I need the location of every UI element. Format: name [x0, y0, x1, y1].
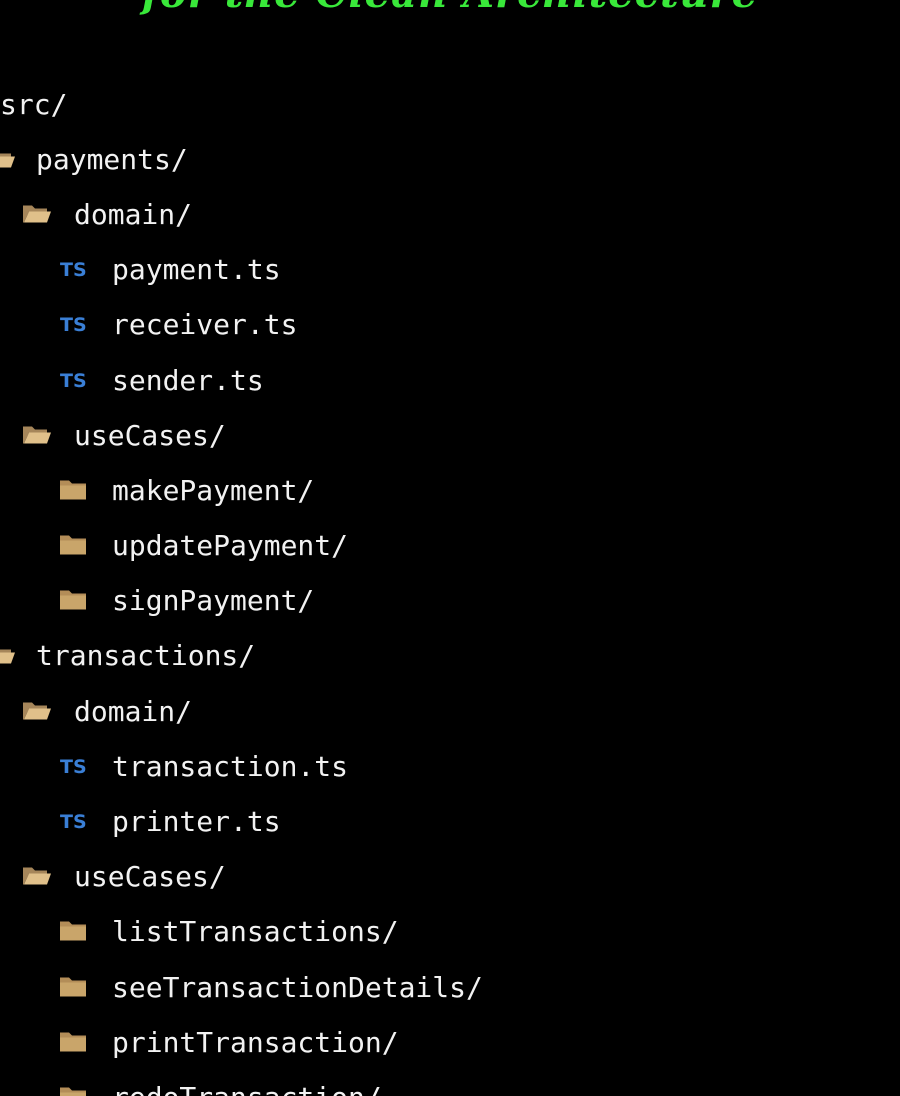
tree-folder-transactions[interactable]: transactions/ — [0, 629, 900, 684]
folder-label: payments/ — [36, 142, 188, 176]
tree-folder-transactions-usecases[interactable]: useCases/ — [0, 850, 900, 905]
tree-folder-transactions-domain[interactable]: domain/ — [0, 684, 900, 739]
file-label: payment.ts — [112, 252, 281, 286]
file-label: receiver.ts — [112, 308, 298, 342]
folder-label: printTransaction/ — [112, 1025, 399, 1059]
folder-icon — [60, 530, 86, 563]
folder-icon — [60, 585, 86, 618]
tree-folder[interactable]: makePayment/ — [0, 463, 900, 518]
folder-open-icon — [0, 143, 16, 176]
folder-label: signPayment/ — [112, 584, 315, 618]
folder-icon — [60, 474, 86, 507]
tree-file[interactable]: TS sender.ts — [0, 353, 900, 408]
folder-open-icon — [0, 640, 16, 673]
folder-label: makePayment/ — [112, 473, 315, 507]
file-tree: src/ payments/ domain/ TS payment.ts TS … — [0, 77, 900, 1096]
tree-folder-payments[interactable]: payments/ — [0, 132, 900, 187]
folder-icon — [60, 1081, 86, 1096]
tree-folder[interactable]: signPayment/ — [0, 574, 900, 629]
tree-folder[interactable]: listTransactions/ — [0, 905, 900, 960]
file-label: printer.ts — [112, 804, 281, 838]
tree-folder-payments-domain[interactable]: domain/ — [0, 187, 900, 242]
folder-open-icon — [22, 198, 52, 231]
typescript-file-icon: TS — [60, 755, 87, 778]
tree-file[interactable]: TS payment.ts — [0, 243, 900, 298]
code-tree-page: for the Clean Architecture src/ payments… — [0, 0, 900, 1096]
folder-label: useCases/ — [74, 860, 226, 894]
folder-label: updatePayment/ — [112, 528, 349, 562]
tree-folder[interactable]: updatePayment/ — [0, 519, 900, 574]
folder-icon — [60, 916, 86, 949]
folder-label: seeTransactionDetails/ — [112, 970, 483, 1004]
typescript-file-icon: TS — [60, 259, 87, 282]
folder-label: domain/ — [74, 197, 193, 231]
tree-folder[interactable]: redoTransaction/ — [0, 1070, 900, 1096]
folder-label: src/ — [0, 87, 68, 121]
tree-folder-payments-usecases[interactable]: useCases/ — [0, 408, 900, 463]
folder-icon — [60, 1026, 86, 1059]
tree-file[interactable]: TS printer.ts — [0, 794, 900, 849]
file-label: transaction.ts — [112, 749, 349, 783]
tree-file[interactable]: TS transaction.ts — [0, 739, 900, 794]
page-title: for the Clean Architecture — [0, 0, 900, 17]
folder-label: redoTransaction/ — [112, 1081, 382, 1096]
tree-folder[interactable]: printTransaction/ — [0, 1015, 900, 1070]
folder-open-icon — [22, 861, 52, 894]
tree-folder-src[interactable]: src/ — [0, 77, 900, 132]
typescript-file-icon: TS — [60, 811, 87, 834]
folder-label: useCases/ — [74, 418, 226, 452]
folder-open-icon — [22, 695, 52, 728]
folder-open-icon — [22, 419, 52, 452]
folder-label: listTransactions/ — [112, 915, 399, 949]
typescript-file-icon: TS — [60, 369, 87, 392]
folder-label: domain/ — [74, 694, 193, 728]
file-label: sender.ts — [112, 363, 264, 397]
folder-label: transactions/ — [36, 639, 256, 673]
folder-icon — [60, 971, 86, 1004]
tree-file[interactable]: TS receiver.ts — [0, 298, 900, 353]
tree-folder[interactable]: seeTransactionDetails/ — [0, 960, 900, 1015]
typescript-file-icon: TS — [60, 314, 87, 337]
